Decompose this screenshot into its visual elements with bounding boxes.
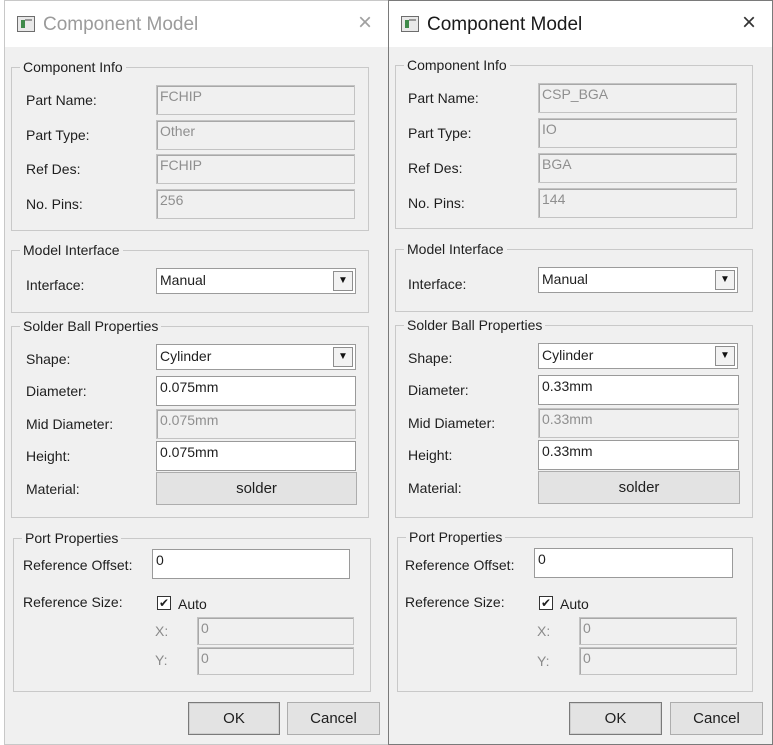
x-label: X:: [155, 623, 169, 639]
reference-offset-input[interactable]: 0: [152, 549, 350, 579]
shape-label: Shape:: [408, 350, 453, 366]
shape-value: Cylinder: [160, 348, 212, 364]
port-properties-legend: Port Properties: [406, 528, 506, 546]
y-field: 0: [579, 647, 737, 675]
no-pins-label: No. Pins:: [26, 196, 83, 212]
reference-offset-label: Reference Offset:: [405, 557, 515, 573]
component-model-dialog-left: Component Model × Component Info Part Na…: [4, 0, 389, 745]
height-label: Height:: [408, 447, 453, 463]
component-info-legend: Component Info: [20, 58, 126, 76]
diameter-label: Diameter:: [408, 382, 469, 398]
y-field: 0: [197, 647, 354, 675]
y-label: Y:: [155, 652, 168, 668]
interface-dropdown[interactable]: Manual ▼: [156, 268, 356, 294]
solder-ball-legend: Solder Ball Properties: [404, 316, 546, 334]
title-bar[interactable]: Component Model ×: [5, 1, 388, 47]
app-icon: [17, 16, 35, 32]
reference-offset-label: Reference Offset:: [23, 557, 133, 573]
x-field: 0: [197, 617, 354, 645]
ok-button[interactable]: OK: [569, 702, 662, 735]
ref-des-label: Ref Des:: [26, 161, 81, 177]
no-pins-label: No. Pins:: [408, 195, 465, 211]
height-input[interactable]: 0.33mm: [538, 440, 739, 470]
diameter-input[interactable]: 0.075mm: [156, 376, 356, 406]
material-label: Material:: [408, 480, 462, 496]
shape-dropdown[interactable]: Cylinder ▼: [156, 344, 356, 370]
ref-des-field: FCHIP: [156, 154, 355, 184]
reference-offset-input[interactable]: 0: [534, 548, 733, 578]
auto-label: Auto: [178, 596, 207, 612]
dropdown-arrow-icon[interactable]: ▼: [333, 347, 353, 367]
auto-checkbox[interactable]: ✔: [157, 596, 171, 610]
port-properties-legend: Port Properties: [22, 529, 122, 547]
component-info-legend: Component Info: [404, 56, 510, 74]
part-name-label: Part Name:: [26, 92, 97, 108]
cancel-button[interactable]: Cancel: [670, 702, 763, 735]
part-name-field: FCHIP: [156, 85, 355, 115]
ref-des-label: Ref Des:: [408, 160, 463, 176]
diameter-label: Diameter:: [26, 383, 87, 399]
solder-ball-legend: Solder Ball Properties: [20, 317, 162, 335]
auto-checkbox[interactable]: ✔: [539, 596, 553, 610]
interface-label: Interface:: [26, 277, 85, 293]
height-label: Height:: [26, 448, 71, 464]
part-name-label: Part Name:: [408, 90, 479, 106]
ok-button[interactable]: OK: [188, 702, 280, 735]
height-input[interactable]: 0.075mm: [156, 441, 356, 471]
part-type-label: Part Type:: [408, 125, 472, 141]
diameter-input[interactable]: 0.33mm: [538, 375, 739, 405]
close-icon[interactable]: ×: [350, 9, 380, 39]
interface-value: Manual: [542, 271, 588, 287]
dialog-title: Component Model: [43, 14, 199, 35]
cancel-button[interactable]: Cancel: [287, 702, 380, 735]
title-bar[interactable]: Component Model ×: [389, 1, 772, 47]
no-pins-field: 144: [538, 188, 737, 218]
dropdown-arrow-icon[interactable]: ▼: [715, 270, 735, 290]
model-interface-legend: Model Interface: [20, 241, 123, 259]
no-pins-field: 256: [156, 189, 355, 219]
shape-value: Cylinder: [542, 347, 594, 363]
y-label: Y:: [537, 653, 550, 669]
component-model-dialog-right: Component Model × Component Info Part Na…: [388, 0, 773, 745]
mid-diameter-field: 0.075mm: [156, 409, 356, 439]
auto-label: Auto: [560, 596, 589, 612]
reference-size-label: Reference Size:: [405, 594, 505, 610]
app-icon: [401, 16, 419, 32]
material-button[interactable]: solder: [156, 472, 357, 505]
reference-size-label: Reference Size:: [23, 594, 123, 610]
shape-dropdown[interactable]: Cylinder ▼: [538, 343, 738, 369]
ref-des-field: BGA: [538, 153, 737, 183]
interface-dropdown[interactable]: Manual ▼: [538, 267, 738, 293]
model-interface-legend: Model Interface: [404, 240, 507, 258]
interface-value: Manual: [160, 272, 206, 288]
mid-diameter-label: Mid Diameter:: [26, 416, 114, 432]
x-label: X:: [537, 623, 551, 639]
part-type-label: Part Type:: [26, 127, 90, 143]
interface-label: Interface:: [408, 276, 467, 292]
material-label: Material:: [26, 481, 80, 497]
dialog-title: Component Model: [427, 14, 583, 35]
part-type-field: Other: [156, 120, 355, 150]
x-field: 0: [579, 617, 737, 645]
dropdown-arrow-icon[interactable]: ▼: [715, 346, 735, 366]
part-name-field: CSP_BGA: [538, 83, 737, 113]
part-type-field: IO: [538, 118, 737, 148]
material-button[interactable]: solder: [538, 471, 740, 504]
shape-label: Shape:: [26, 351, 71, 367]
mid-diameter-field: 0.33mm: [538, 408, 739, 438]
close-icon[interactable]: ×: [734, 9, 764, 39]
dropdown-arrow-icon[interactable]: ▼: [333, 271, 353, 291]
mid-diameter-label: Mid Diameter:: [408, 415, 496, 431]
